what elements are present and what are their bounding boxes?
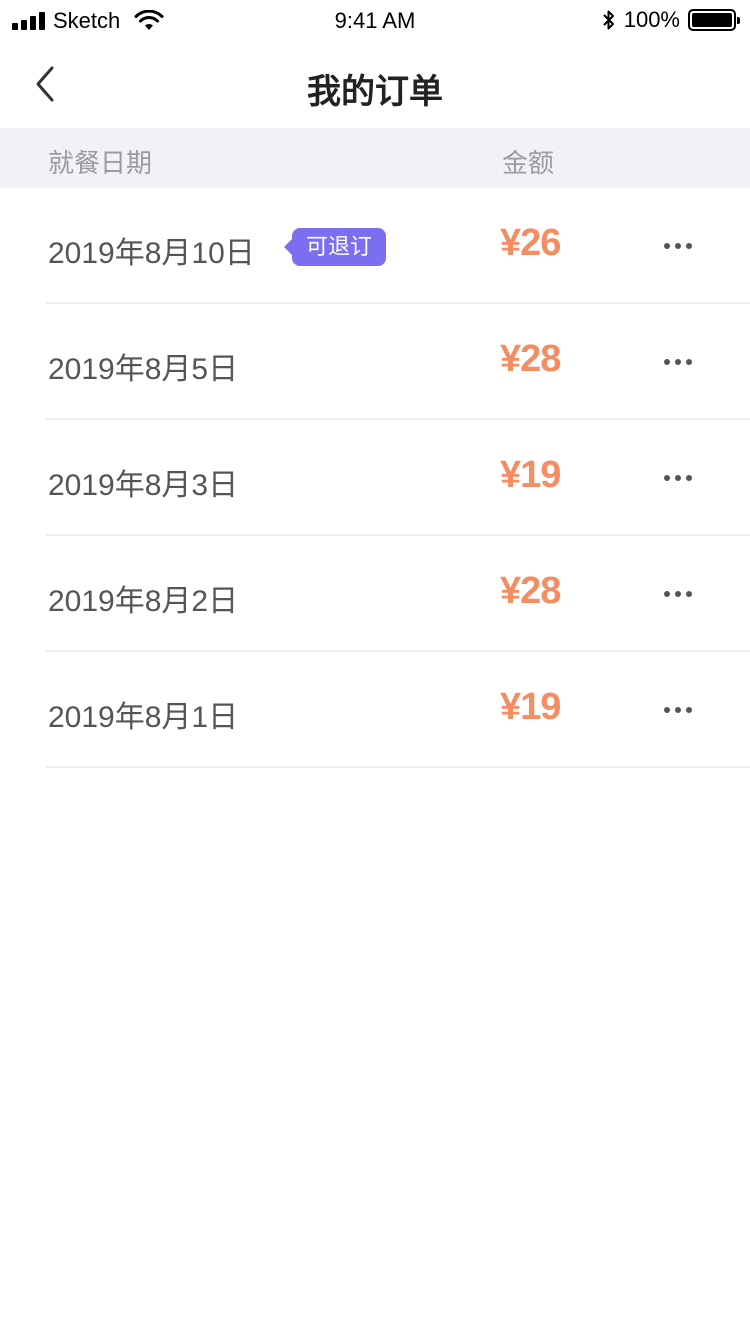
more-dot <box>675 475 681 481</box>
order-date: 2019年8月3日 <box>48 469 239 502</box>
order-row[interactable]: 2019年8月3日 ¥19 <box>0 420 750 536</box>
battery-percent: 100% <box>623 7 680 32</box>
more-dot <box>686 475 692 481</box>
battery-icon <box>688 9 740 31</box>
more-dot <box>686 707 692 713</box>
more-options-button[interactable] <box>656 460 700 496</box>
order-date: 2019年8月10日 <box>48 237 255 270</box>
status-right: 100% <box>602 7 740 33</box>
more-dot <box>675 591 681 597</box>
order-list: 2019年8月10日 可退订 ¥26 2019年8月5日 ¥28 2019年8月… <box>0 188 750 768</box>
more-dot <box>686 359 692 365</box>
order-amount: ¥19 <box>500 686 561 728</box>
order-date: 2019年8月5日 <box>48 353 239 386</box>
more-dot <box>686 243 692 249</box>
header-amount: 金额 <box>502 148 555 178</box>
more-options-button[interactable] <box>656 576 700 612</box>
more-dot <box>675 707 681 713</box>
more-options-button[interactable] <box>656 344 700 380</box>
order-row[interactable]: 2019年8月1日 ¥19 <box>0 652 750 768</box>
order-amount: ¥28 <box>500 570 561 612</box>
order-date: 2019年8月1日 <box>48 701 239 734</box>
order-row[interactable]: 2019年8月2日 ¥28 <box>0 536 750 652</box>
nav-bar: 我的订单 <box>0 40 750 128</box>
order-amount: ¥28 <box>500 338 561 380</box>
page-title: 我的订单 <box>307 73 443 111</box>
refundable-badge[interactable]: 可退订 <box>283 228 387 266</box>
order-amount: ¥26 <box>500 222 561 264</box>
orders-screen: Sketch 9:41 AM 100% 我的订单 就餐日期 金额 2019年8月… <box>0 0 750 1334</box>
order-date: 2019年8月2日 <box>48 585 239 618</box>
more-dot <box>675 359 681 365</box>
more-dot <box>664 475 670 481</box>
more-dot <box>675 243 681 249</box>
more-dot <box>664 707 670 713</box>
order-row[interactable]: 2019年8月10日 可退订 ¥26 <box>0 188 750 304</box>
more-options-button[interactable] <box>656 228 700 264</box>
order-amount: ¥19 <box>500 454 561 496</box>
status-bar: Sketch 9:41 AM 100% <box>0 0 750 40</box>
order-row[interactable]: 2019年8月5日 ¥28 <box>0 304 750 420</box>
more-dot <box>664 591 670 597</box>
bluetooth-icon <box>603 10 614 30</box>
more-options-button[interactable] <box>656 692 700 728</box>
more-dot <box>664 243 670 249</box>
header-date: 就餐日期 <box>48 148 153 178</box>
more-dot <box>686 591 692 597</box>
more-dot <box>664 359 670 365</box>
table-header: 就餐日期 金额 <box>0 128 750 188</box>
row-divider <box>46 766 750 768</box>
